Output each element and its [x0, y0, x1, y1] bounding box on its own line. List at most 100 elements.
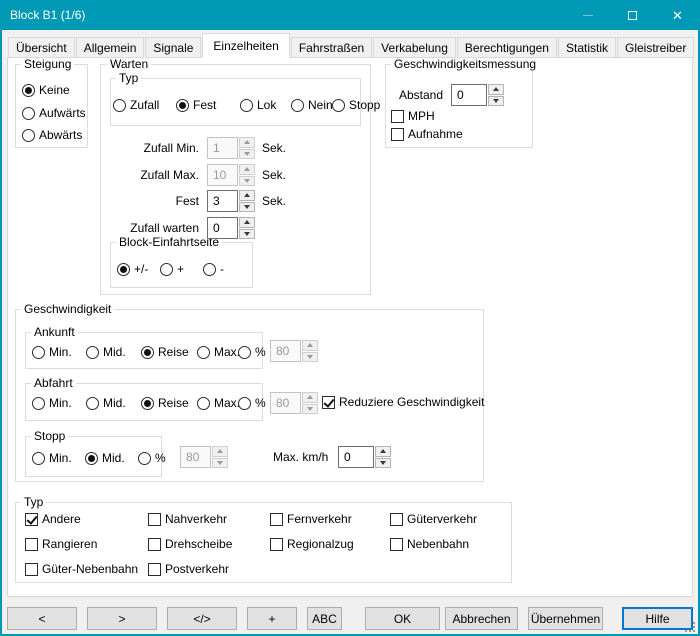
checkbox-gueter-nebenbahn[interactable]: Güter-Nebenbahn — [25, 562, 138, 576]
radio-icon — [138, 452, 151, 465]
checkbox-icon — [148, 513, 161, 526]
radio-label: - — [220, 262, 224, 276]
tab-fahrstrassen[interactable]: Fahrstraßen — [291, 37, 372, 58]
radio-fest[interactable]: Fest — [176, 98, 216, 112]
tab-signale[interactable]: Signale — [145, 37, 201, 58]
radio-abfahrt-min[interactable]: Min. — [32, 396, 72, 410]
radio-icon — [141, 397, 154, 410]
zufall-warten-input[interactable] — [207, 217, 238, 239]
prev-next-button[interactable]: </> — [167, 607, 237, 630]
checkbox-label: Nahverkehr — [165, 512, 227, 526]
radio-minus[interactable]: - — [203, 262, 224, 276]
geschwindigkeit-group-title: Geschwindigkeit — [21, 302, 114, 316]
radio-abfahrt-prozent[interactable]: % — [238, 396, 266, 410]
tab-einzelheiten[interactable]: Einzelheiten — [202, 33, 289, 58]
max-kmh-spinner[interactable] — [338, 446, 391, 468]
tab-uebersicht[interactable]: Übersicht — [8, 37, 75, 58]
spin-up-button[interactable] — [488, 84, 504, 95]
radio-stopp-mid[interactable]: Mid. — [85, 451, 125, 465]
max-kmh-input[interactable] — [338, 446, 374, 468]
checkbox-fernverkehr[interactable]: Fernverkehr — [270, 512, 352, 526]
spin-down-button[interactable] — [239, 229, 255, 240]
abc-button[interactable]: ABC — [307, 607, 342, 630]
radio-plusminus[interactable]: +/- — [117, 262, 148, 276]
spin-up-button — [212, 446, 228, 457]
apply-button[interactable]: Übernehmen — [528, 607, 603, 630]
checkbox-icon — [25, 513, 38, 526]
checkbox-postverkehr[interactable]: Postverkehr — [148, 562, 229, 576]
radio-zufall[interactable]: Zufall — [113, 98, 159, 112]
zufall-warten-spinner[interactable] — [207, 217, 255, 239]
radio-abfahrt-mid[interactable]: Mid. — [86, 396, 126, 410]
radio-ankunft-prozent[interactable]: % — [238, 345, 266, 359]
checkbox-regionalzug[interactable]: Regionalzug — [270, 537, 354, 551]
tab-allgemein[interactable]: Allgemein — [76, 37, 145, 58]
cancel-button[interactable]: Abbrechen — [445, 607, 518, 630]
radio-keine[interactable]: Keine — [22, 83, 70, 97]
help-button[interactable]: Hilfe — [622, 607, 693, 630]
abstand-spinner[interactable] — [451, 84, 504, 106]
spin-down-button[interactable] — [239, 202, 255, 213]
tab-gleistreiber[interactable]: Gleistreiber — [617, 37, 694, 58]
fest-input[interactable] — [207, 190, 238, 212]
titlebar[interactable]: Block B1 (1/6) ✕ — [0, 0, 700, 30]
checkbox-nahverkehr[interactable]: Nahverkehr — [148, 512, 227, 526]
radio-ankunft-min[interactable]: Min. — [32, 345, 72, 359]
stopp-group-title: Stopp — [31, 429, 68, 443]
checkbox-reduziere-geschwindigkeit[interactable]: Reduziere Geschwindigkeit — [322, 395, 484, 409]
next-button[interactable]: > — [87, 607, 157, 630]
tab-verkabelung[interactable]: Verkabelung — [373, 37, 456, 58]
tab-statistik[interactable]: Statistik — [558, 37, 616, 58]
plus-button[interactable]: + — [247, 607, 297, 630]
abfahrt-spinner — [270, 392, 318, 414]
checkbox-label: Postverkehr — [165, 562, 229, 576]
spin-down-button[interactable] — [375, 458, 391, 469]
radio-ankunft-max[interactable]: Max. — [197, 345, 240, 359]
radio-stopp[interactable]: Stopp — [332, 98, 380, 112]
radio-plus[interactable]: + — [160, 262, 184, 276]
spin-down-button[interactable] — [488, 96, 504, 107]
maximize-button[interactable] — [610, 0, 655, 30]
checkbox-label: Güterverkehr — [407, 512, 477, 526]
resize-grip-icon[interactable] — [685, 622, 695, 632]
radio-stopp-prozent[interactable]: % — [138, 451, 166, 465]
spin-up-button[interactable] — [239, 190, 255, 201]
radio-label: % — [255, 396, 266, 410]
radio-label: Max. — [214, 345, 240, 359]
checkbox-label: Andere — [42, 512, 81, 526]
radio-icon — [203, 263, 216, 276]
radio-nein[interactable]: Nein — [291, 98, 333, 112]
checkbox-andere[interactable]: Andere — [25, 512, 81, 526]
radio-aufwaerts[interactable]: Aufwärts — [22, 106, 86, 120]
spin-up-button — [302, 392, 318, 403]
radio-stopp-min[interactable]: Min. — [32, 451, 72, 465]
abstand-input[interactable] — [451, 84, 487, 106]
ok-button[interactable]: OK — [365, 607, 440, 630]
zufall-max-unit: Sek. — [262, 168, 286, 182]
spin-up-button[interactable] — [375, 446, 391, 457]
checkbox-rangieren[interactable]: Rangieren — [25, 537, 97, 551]
close-button[interactable]: ✕ — [655, 0, 700, 30]
prev-button[interactable]: < — [7, 607, 77, 630]
radio-ankunft-mid[interactable]: Mid. — [86, 345, 126, 359]
radio-ankunft-reise[interactable]: Reise — [141, 345, 189, 359]
checkbox-mph[interactable]: MPH — [391, 109, 435, 123]
checkbox-aufnahme[interactable]: Aufnahme — [391, 127, 463, 141]
checkbox-icon — [148, 538, 161, 551]
radio-abfahrt-max[interactable]: Max. — [197, 396, 240, 410]
spin-up-button[interactable] — [239, 217, 255, 228]
checkbox-icon — [25, 538, 38, 551]
zufall-min-label: Zufall Min. — [100, 141, 199, 155]
stopp-spinner — [180, 446, 228, 468]
radio-abwaerts[interactable]: Abwärts — [22, 128, 82, 142]
radio-label: Lok — [257, 98, 276, 112]
checkbox-icon — [270, 538, 283, 551]
radio-abfahrt-reise[interactable]: Reise — [141, 396, 189, 410]
zufall-max-label: Zufall Max. — [100, 168, 199, 182]
radio-lok[interactable]: Lok — [240, 98, 276, 112]
fest-spinner[interactable] — [207, 190, 255, 212]
checkbox-nebenbahn[interactable]: Nebenbahn — [390, 537, 469, 551]
tab-berechtigungen[interactable]: Berechtigungen — [457, 37, 557, 58]
checkbox-drehscheibe[interactable]: Drehscheibe — [148, 537, 232, 551]
checkbox-gueterverkehr[interactable]: Güterverkehr — [390, 512, 477, 526]
